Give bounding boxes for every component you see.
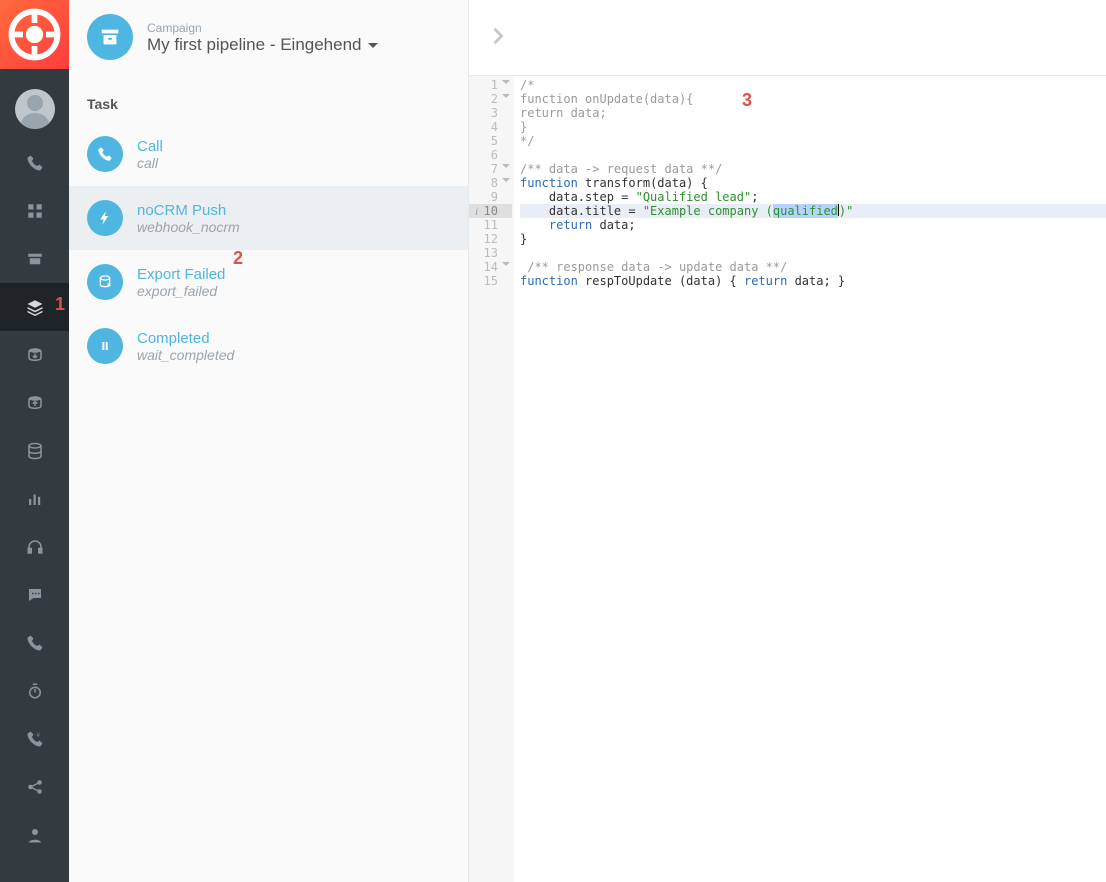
editor-gutter: 123456789101112131415 (469, 76, 514, 882)
pause-icon (87, 328, 123, 364)
archive-icon (87, 14, 133, 60)
task-sub: call (137, 155, 163, 171)
app-logo[interactable] (0, 0, 69, 69)
task-list: CallcallnoCRM Pushwebhook_nocrmExport Fa… (69, 122, 468, 378)
campaign-name: My first pipeline - Eingehend (147, 35, 362, 55)
avatar[interactable] (15, 89, 55, 129)
rail-database-icon[interactable] (0, 427, 69, 475)
rail-dbout-icon[interactable] (0, 379, 69, 427)
campaign-selector[interactable]: My first pipeline - Eingehend (147, 35, 378, 55)
export-icon (87, 264, 123, 300)
task-title: noCRM Push (137, 202, 240, 219)
task-panel: Campaign My first pipeline - Eingehend T… (69, 0, 469, 882)
task-title: Completed (137, 330, 234, 347)
section-title: Task (69, 74, 468, 122)
rail-archive-icon[interactable] (0, 235, 69, 283)
task-title: Export Failed (137, 266, 225, 283)
bolt-icon (87, 200, 123, 236)
rail-phone2-icon[interactable] (0, 619, 69, 667)
rail-share-icon[interactable] (0, 763, 69, 811)
rail-headphones-icon[interactable] (0, 523, 69, 571)
code-header (469, 0, 1106, 76)
nav-rail: # (0, 0, 69, 882)
run-arrow-icon[interactable] (487, 25, 509, 50)
editor-body[interactable]: /*function onUpdate(data){return data;}*… (514, 76, 1106, 882)
code-editor[interactable]: 123456789101112131415 /*function onUpdat… (469, 76, 1106, 882)
svg-text:#: # (36, 733, 40, 739)
rail-grid-icon[interactable] (0, 187, 69, 235)
rail-dbin-icon[interactable] (0, 331, 69, 379)
rail-phone-icon[interactable] (0, 139, 69, 187)
rail-stack-icon[interactable] (0, 283, 69, 331)
task-sub: webhook_nocrm (137, 219, 240, 235)
rail-stopwatch-icon[interactable] (0, 667, 69, 715)
task-title: Call (137, 138, 163, 155)
code-panel: 123456789101112131415 /*function onUpdat… (469, 0, 1106, 882)
task-webhook_nocrm[interactable]: noCRM Pushwebhook_nocrm (69, 186, 468, 250)
caret-down-icon (368, 43, 378, 53)
task-sub: export_failed (137, 283, 225, 299)
campaign-header: Campaign My first pipeline - Eingehend (69, 0, 468, 74)
task-sub: wait_completed (137, 347, 234, 363)
campaign-label: Campaign (147, 21, 202, 35)
phone-icon (87, 136, 123, 172)
rail-barchart-icon[interactable] (0, 475, 69, 523)
rail-chat-icon[interactable] (0, 571, 69, 619)
rail-user-icon[interactable] (0, 811, 69, 859)
task-export_failed[interactable]: Export Failedexport_failed (69, 250, 468, 314)
task-call[interactable]: Callcall (69, 122, 468, 186)
rail-redial-icon[interactable]: # (0, 715, 69, 763)
task-wait_completed[interactable]: Completedwait_completed (69, 314, 468, 378)
